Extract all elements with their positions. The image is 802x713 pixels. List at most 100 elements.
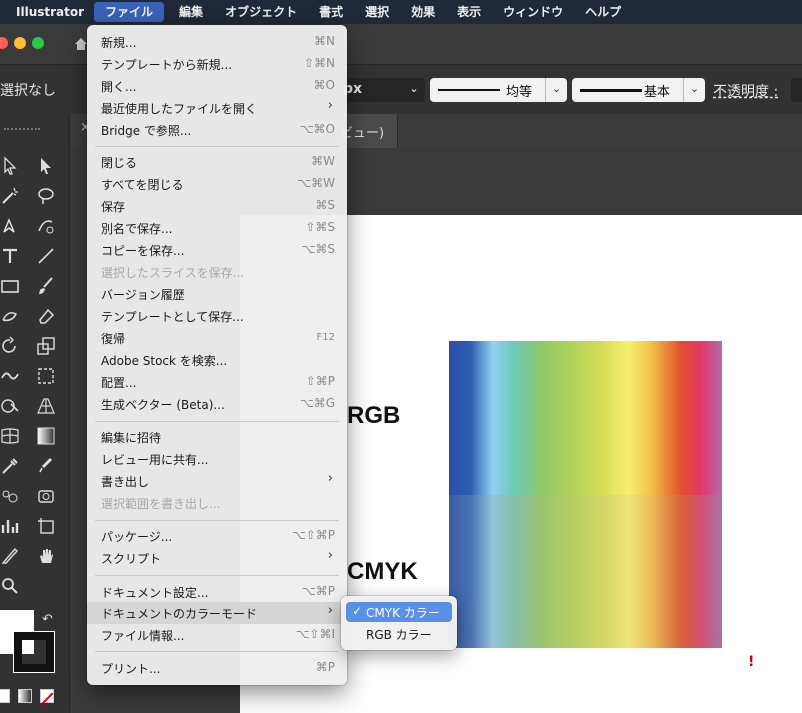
menu-window[interactable]: ウィンドウ [492,0,574,24]
menu-item-new-from-template[interactable]: テンプレートから新規... ⇧⌘N [87,53,347,75]
slice-tool-icon[interactable] [0,546,20,566]
swap-colors-icon[interactable]: ↶ [42,612,53,627]
eraser-tool-icon[interactable] [36,306,56,326]
eyedropper-tool-icon[interactable] [0,456,20,476]
mesh-tool-icon[interactable] [0,426,20,446]
chevron-right-icon: › [327,98,333,113]
zoom-window-button[interactable] [32,37,44,49]
menu-item-package[interactable]: パッケージ... ⌥⇧⌘P [87,525,347,547]
paintbrush-tool-icon[interactable] [36,276,56,296]
home-icon[interactable] [74,36,88,50]
menu-item-document-setup[interactable]: ドキュメント設定... ⌥⌘P [87,581,347,603]
minimize-window-button[interactable] [14,37,26,49]
brush-preview [580,89,642,92]
menu-item-new[interactable]: 新規... ⌘N [87,31,347,53]
submenu-item-rgb-color[interactable]: RGB カラー [346,624,452,644]
menu-item-save-copy[interactable]: コピーを保存... ⌥⌘S [87,239,347,261]
menu-item-invite-to-edit[interactable]: 編集に招待 [87,426,347,448]
none-slash-icon [40,692,54,706]
menu-item-print[interactable]: プリント... ⌘P [87,657,347,679]
menu-item-browse-bridge[interactable]: Bridge で参照... ⌥⌘O [87,119,347,141]
chevron-right-icon: › [327,603,333,618]
scale-tool-icon[interactable] [36,336,56,356]
column-graph-tool-icon[interactable] [0,516,20,536]
menu-item-close[interactable]: 閉じる ⌘W [87,151,347,173]
panel-grip[interactable] [4,128,40,132]
submenu-item-cmyk-color[interactable]: ✓ CMYK カラー [346,602,452,622]
menu-item-open-recent[interactable]: 最近使用したファイルを開く › [87,97,347,119]
menu-item-save-as[interactable]: 別名で保存... ⇧⌘S [87,217,347,239]
menu-item-save[interactable]: 保存 ⌘S [87,195,347,217]
stroke-profile-label: 均等 [506,85,533,100]
shaper-tool-icon[interactable] [0,306,20,326]
width-tool-icon[interactable] [0,366,20,386]
unit-dropdown[interactable]: px ⌄ [337,78,425,102]
rotate-tool-icon[interactable] [0,336,20,356]
brush-label: 基本 [644,85,671,100]
stroke-swatch[interactable] [13,631,55,673]
cmyk-gradient-rectangle[interactable] [449,495,722,648]
menu-item-export-selection: 選択範囲を書き出し... [101,497,221,511]
blend-tool-icon[interactable] [36,456,56,476]
zoom-tool-icon[interactable] [0,576,20,596]
menu-item-export[interactable]: 書き出し › [87,470,347,492]
menu-item-share-for-review[interactable]: レビュー用に共有... [87,448,347,470]
live-paint-icon[interactable] [36,486,56,506]
shape-builder-tool-icon[interactable] [0,396,20,416]
chevron-down-icon: ⌄ [683,78,705,102]
menu-item-document-color-mode[interactable]: ドキュメントのカラーモード › [87,602,347,624]
menu-type[interactable]: 書式 [308,0,354,24]
menu-item-place[interactable]: 配置... ⇧⌘P [87,371,347,393]
menu-separator [95,421,339,422]
color-mode-swatch[interactable] [0,689,10,703]
menu-item-search-adobe-stock[interactable]: Adobe Stock を検索... [87,349,347,371]
free-transform-tool-icon[interactable] [36,366,56,386]
direct-selection-tool-icon[interactable] [36,156,56,176]
lasso-tool-icon[interactable] [36,186,56,206]
chevron-down-icon: ⌄ [545,78,567,102]
menu-select[interactable]: 選択 [354,0,400,24]
warning-mark: ! [748,654,755,670]
gradient-mode-swatch[interactable] [18,689,32,703]
line-tool-icon[interactable] [36,246,56,266]
hand-tool-icon[interactable] [36,546,56,566]
artboard-tool-icon[interactable] [36,516,56,536]
gradient-tool-icon[interactable] [36,426,56,446]
curvature-tool-icon[interactable] [36,216,56,236]
menu-item-scripts[interactable]: スクリプト › [87,547,347,569]
menu-separator [95,575,339,576]
menu-item-close-all[interactable]: すべてを閉じる ⌥⌘W [87,173,347,195]
selection-tool-icon[interactable] [0,156,20,176]
perspective-grid-tool-icon[interactable] [36,396,56,416]
menu-object[interactable]: オブジェクト [214,0,308,24]
file-menu: 新規... ⌘N テンプレートから新規... ⇧⌘N 開く... ⌘O 最近使用したフ… [87,25,347,685]
menu-item-open[interactable]: 開く... ⌘O [87,75,347,97]
brush-definition-dropdown[interactable]: 基本 ⌄ [572,78,705,102]
menu-edit[interactable]: 編集 [168,0,214,24]
menu-item-generate-vectors[interactable]: 生成ベクター (Beta)... ⌥⌘G [87,393,347,415]
rectangle-tool-icon[interactable] [0,276,20,296]
none-mode-swatch[interactable] [40,689,54,706]
menu-item-version-history[interactable]: バージョン履歴 [87,283,347,305]
selection-status: 選択なし [0,83,56,99]
pen-tool-icon[interactable] [0,216,20,236]
menu-app-illustrator[interactable]: Illustrator [0,0,90,24]
stroke-profile-dropdown[interactable]: 均等 ⌄ [430,78,567,102]
magic-wand-icon[interactable] [0,186,20,206]
menu-item-file-info[interactable]: ファイル情報... ⌥⇧⌘I [87,624,347,646]
menu-help[interactable]: ヘルプ [574,0,632,24]
menu-separator [95,651,339,652]
menu-view[interactable]: 表示 [446,0,492,24]
menu-effect[interactable]: 効果 [400,0,446,24]
menu-item-revert[interactable]: 復帰 F12 [87,327,347,349]
opacity-input[interactable] [791,78,802,102]
type-tool-icon[interactable] [0,246,20,266]
chevron-right-icon: › [327,548,333,563]
stroke-preview [438,89,500,91]
menu-item-save-as-template[interactable]: テンプレートとして保存... [87,305,347,327]
menu-file[interactable]: ファイル [94,2,165,22]
symbol-sprayer-tool-icon[interactable] [0,486,20,506]
chevron-down-icon: ⌄ [409,82,419,95]
opacity-label[interactable]: 不透明度 : [713,81,778,101]
rgb-gradient-rectangle[interactable] [449,341,722,495]
